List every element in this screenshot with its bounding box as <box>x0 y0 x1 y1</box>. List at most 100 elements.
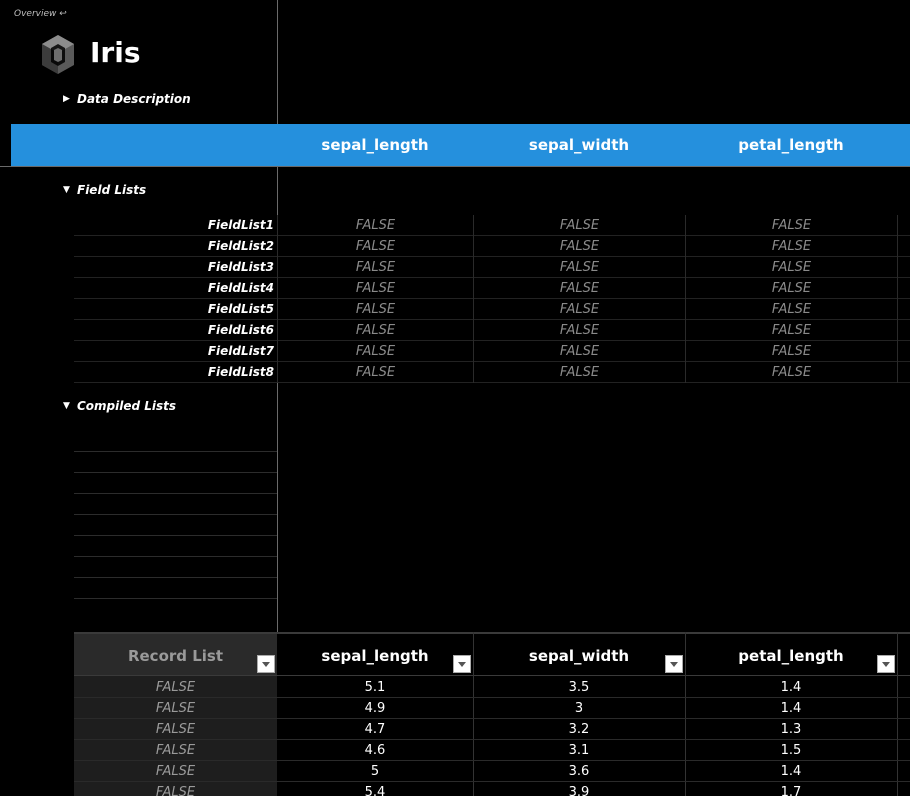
record-column-header-partial <box>897 632 910 676</box>
filter-dropdown-button[interactable] <box>877 655 895 673</box>
compiled-list-row <box>74 515 277 536</box>
record-value-cell[interactable]: 3.1 <box>473 740 685 761</box>
record-value-cell[interactable]: 1.4 <box>685 761 897 782</box>
table-row: FALSE 5.1 3.5 1.4 <box>74 677 910 698</box>
column-header: sepal_width <box>528 136 630 154</box>
chevron-down-icon <box>458 661 466 667</box>
triangle-down-icon: ▼ <box>63 185 70 195</box>
record-value-cell[interactable]: 3 <box>473 698 685 719</box>
record-value-cell[interactable]: 3.5 <box>473 677 685 698</box>
compiled-lists-toggle[interactable]: ▼ Compiled Lists <box>63 399 176 413</box>
field-list-cell[interactable]: FALSE <box>277 215 473 236</box>
record-column-header: sepal_width <box>473 632 685 676</box>
field-list-cell[interactable]: FALSE <box>277 257 473 278</box>
field-list-cell[interactable]: FALSE <box>277 362 473 383</box>
page-title: Iris <box>90 36 141 69</box>
filter-dropdown-button[interactable] <box>665 655 683 673</box>
table-row: FALSE 5 3.6 1.4 <box>74 761 910 782</box>
field-list-label: FieldList6 <box>207 323 274 337</box>
field-list-cell[interactable]: FALSE <box>685 299 897 320</box>
chevron-down-icon <box>262 661 270 667</box>
record-flag-cell[interactable]: FALSE <box>74 677 277 698</box>
column-header: sepal_length <box>321 136 429 154</box>
record-flag-cell[interactable]: FALSE <box>74 740 277 761</box>
field-list-cell[interactable]: FALSE <box>277 320 473 341</box>
record-value-cell[interactable]: 3.2 <box>473 719 685 740</box>
compiled-list-row <box>74 452 277 473</box>
record-flag-cell[interactable]: FALSE <box>74 698 277 719</box>
record-value-cell[interactable]: 5 <box>277 761 473 782</box>
record-value-cell[interactable]: 5.1 <box>277 677 473 698</box>
field-list-cell[interactable]: FALSE <box>277 341 473 362</box>
record-value-cell[interactable]: 4.6 <box>277 740 473 761</box>
record-column-header: sepal_length <box>277 632 473 676</box>
record-value-cell[interactable]: 1.4 <box>685 698 897 719</box>
record-value-cell[interactable]: 1.7 <box>685 782 897 796</box>
field-lists-toggle[interactable]: ▼ Field Lists <box>63 183 146 197</box>
field-list-cell-partial <box>897 320 910 341</box>
field-list-cell[interactable]: FALSE <box>685 320 897 341</box>
field-list-cell[interactable]: FALSE <box>473 236 685 257</box>
filter-dropdown-button[interactable] <box>257 655 275 673</box>
record-flag-cell[interactable]: FALSE <box>74 761 277 782</box>
field-list-cell[interactable]: FALSE <box>277 236 473 257</box>
record-column-label: petal_length <box>738 647 844 665</box>
field-list-cell[interactable]: FALSE <box>473 341 685 362</box>
record-column-header: petal_length <box>685 632 897 676</box>
table-row: FALSE 4.6 3.1 1.5 <box>74 740 910 761</box>
data-description-label: Data Description <box>77 92 191 106</box>
field-list-cell[interactable]: FALSE <box>685 215 897 236</box>
field-list-cell[interactable]: FALSE <box>685 257 897 278</box>
field-list-row: FieldList6 FALSE FALSE FALSE <box>74 320 910 341</box>
record-value-cell[interactable]: 5.4 <box>277 782 473 796</box>
filter-dropdown-button[interactable] <box>453 655 471 673</box>
field-list-label: FieldList4 <box>207 281 274 295</box>
record-value-cell[interactable]: 3.9 <box>473 782 685 796</box>
field-list-cell-partial <box>897 278 910 299</box>
field-list-cell[interactable]: FALSE <box>277 299 473 320</box>
field-list-label: FieldList1 <box>207 218 274 232</box>
field-list-cell[interactable]: FALSE <box>473 257 685 278</box>
record-value-cell[interactable]: 3.6 <box>473 761 685 782</box>
record-value-cell[interactable]: 1.5 <box>685 740 897 761</box>
record-column-label: sepal_length <box>321 647 429 665</box>
field-list-cell[interactable]: FALSE <box>685 236 897 257</box>
record-value-cell[interactable]: 1.4 <box>685 677 897 698</box>
field-list-cell[interactable]: FALSE <box>277 278 473 299</box>
field-list-cell[interactable]: FALSE <box>685 278 897 299</box>
field-list-cell[interactable]: FALSE <box>685 341 897 362</box>
field-list-cell-partial <box>897 299 910 320</box>
record-flag-cell[interactable]: FALSE <box>74 719 277 740</box>
field-list-row: FieldList7 FALSE FALSE FALSE <box>74 341 910 362</box>
data-description-toggle[interactable]: ▶ Data Description <box>63 92 191 106</box>
field-list-cell[interactable]: FALSE <box>685 362 897 383</box>
chevron-down-icon <box>670 661 678 667</box>
table-row: FALSE 4.9 3 1.4 <box>74 698 910 719</box>
triangle-down-icon: ▼ <box>63 401 70 411</box>
field-list-cell-partial <box>897 362 910 383</box>
record-list-title: Record List <box>127 647 224 665</box>
column-header-band: sepal_length sepal_width petal_length <box>11 124 910 166</box>
field-list-cell[interactable]: FALSE <box>473 299 685 320</box>
compiled-list-row <box>74 494 277 515</box>
field-list-cell[interactable]: FALSE <box>473 320 685 341</box>
field-list-label: FieldList8 <box>207 365 274 379</box>
field-list-label: FieldList3 <box>207 260 274 274</box>
field-list-cell[interactable]: FALSE <box>473 362 685 383</box>
record-column-label: sepal_width <box>528 647 630 665</box>
compiled-list-row <box>74 578 277 599</box>
field-list-cell[interactable]: FALSE <box>473 215 685 236</box>
record-value-cell[interactable]: 4.9 <box>277 698 473 719</box>
overview-link[interactable]: Overview ↩ <box>14 9 67 19</box>
field-list-row: FieldList3 FALSE FALSE FALSE <box>74 257 910 278</box>
field-lists-label: Field Lists <box>77 183 147 197</box>
record-list-header: Record List <box>74 632 277 676</box>
field-list-label: FieldList2 <box>207 239 274 253</box>
record-value-cell[interactable]: 4.7 <box>277 719 473 740</box>
field-list-label: FieldList5 <box>207 302 274 316</box>
record-value-cell[interactable]: 1.3 <box>685 719 897 740</box>
field-list-cell[interactable]: FALSE <box>473 278 685 299</box>
record-flag-cell[interactable]: FALSE <box>74 782 277 796</box>
field-list-cell-partial <box>897 236 910 257</box>
compiled-list-row <box>74 557 277 578</box>
